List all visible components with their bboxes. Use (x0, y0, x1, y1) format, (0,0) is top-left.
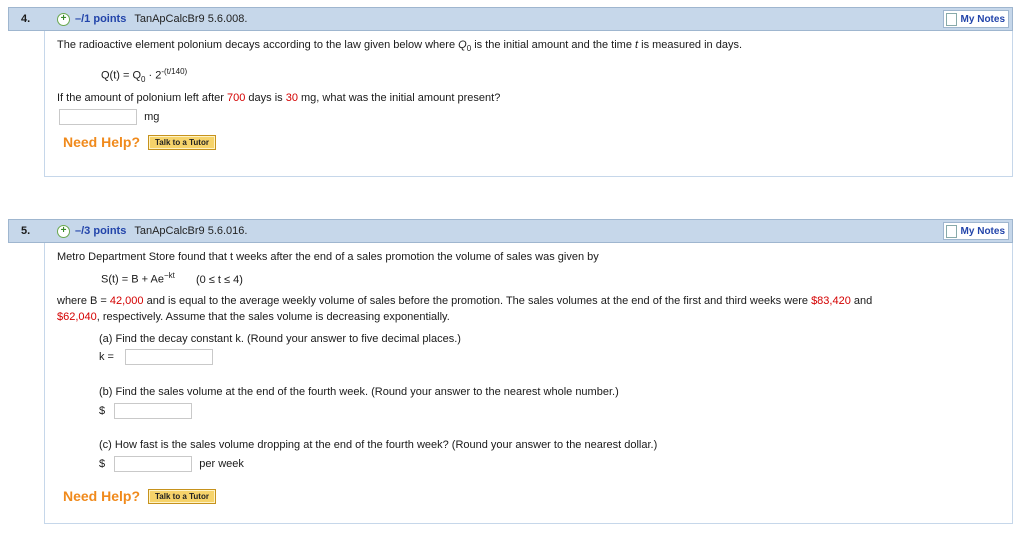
points-label: –/1 points (75, 13, 127, 25)
text: and is equal to the average weekly volum… (143, 295, 812, 307)
where-line-1: where B = 42,000 and is equal to the ave… (57, 295, 872, 307)
dollar-sign: $ (99, 457, 106, 470)
highlight-value: $62,040 (57, 311, 97, 323)
k-input[interactable] (125, 349, 214, 365)
question-number: 4. (21, 13, 31, 25)
highlight-value: $83,420 (811, 295, 851, 307)
notes-icon (945, 12, 957, 26)
problem-intro: Metro Department Store found that t week… (57, 251, 599, 263)
unit-label: mg (144, 110, 160, 123)
text: , respectively. Assume that the sales vo… (96, 311, 450, 323)
text: where B = (57, 295, 110, 307)
part-c-answer: $ per week (99, 456, 244, 472)
text: Q(t) = Q (101, 69, 142, 82)
part-a-text: (a) Find the decay constant k. (Round yo… (99, 333, 461, 345)
text: days is (245, 92, 286, 104)
text: (0 ≤ t ≤ 4) (195, 273, 243, 286)
question-4: 4. + –/1 points TanApCalcBr9 5.6.008. My… (8, 7, 1013, 177)
text: is measured in days. (638, 39, 743, 51)
text: −kt (163, 271, 175, 280)
answer-input[interactable] (59, 109, 137, 125)
my-notes-button[interactable]: My Notes (942, 222, 1009, 240)
talk-to-tutor-button[interactable]: Talk to a Tutor (148, 134, 216, 150)
text: -(t/140) (161, 67, 188, 76)
unit-label: per week (199, 457, 244, 470)
text: If the amount of polonium left after (57, 92, 227, 104)
text: and (850, 295, 873, 307)
need-help: Need Help? Talk to a Tutor (63, 488, 216, 504)
notes-icon (945, 224, 957, 238)
highlight-value: 700 (226, 92, 246, 104)
text: Q (458, 39, 467, 51)
question-text: If the amount of polonium left after 700… (57, 92, 500, 104)
formula: S(t) = B + Ae−kt (0 ≤ t ≤ 4) (101, 271, 243, 286)
sales-volume-input[interactable] (114, 403, 193, 419)
question-number: 5. (21, 225, 31, 237)
text: · 2 (145, 69, 162, 82)
formula: Q(t) = Q0 · 2-(t/140) (101, 67, 187, 84)
talk-to-tutor-button[interactable]: Talk to a Tutor (148, 488, 216, 504)
where-line-2: $62,040, respectively. Assume that the s… (57, 311, 450, 323)
part-c-text: (c) How fast is the sales volume droppin… (99, 439, 658, 451)
question-header: 5. + –/3 points TanApCalcBr9 5.6.016. My… (8, 219, 1013, 243)
text: S(t) = B + Ae (101, 273, 164, 286)
question-header: 4. + –/1 points TanApCalcBr9 5.6.008. My… (8, 7, 1013, 31)
question-body: The radioactive element polonium decays … (44, 31, 1013, 177)
text: is the initial amount and the time (471, 39, 636, 51)
question-code: TanApCalcBr9 5.6.008. (134, 13, 248, 25)
rate-input[interactable] (114, 456, 193, 472)
dollar-sign: $ (99, 404, 106, 417)
my-notes-label: My Notes (960, 13, 1005, 25)
highlight-value: 30 (285, 92, 298, 104)
part-b-answer: $ (99, 403, 193, 419)
need-help: Need Help? Talk to a Tutor (63, 134, 216, 150)
part-b-text: (b) Find the sales volume at the end of … (99, 386, 619, 398)
text: The radioactive element polonium decays … (57, 39, 459, 51)
part-a-answer: k = (99, 349, 214, 365)
need-help-label: Need Help? (63, 134, 141, 150)
question-5: 5. + –/3 points TanApCalcBr9 5.6.016. My… (8, 219, 1013, 524)
question-code: TanApCalcBr9 5.6.016. (134, 225, 248, 237)
points-label: –/3 points (75, 225, 127, 237)
highlight-value: 42,000 (109, 295, 144, 307)
answer-row: mg (59, 109, 159, 125)
k-label: k = (99, 350, 114, 363)
problem-statement: The radioactive element polonium decays … (57, 39, 742, 53)
expand-plus-icon[interactable]: + (57, 12, 70, 26)
need-help-label: Need Help? (63, 488, 141, 504)
my-notes-button[interactable]: My Notes (942, 10, 1009, 28)
question-body: Metro Department Store found that t week… (44, 243, 1013, 524)
expand-plus-icon[interactable]: + (57, 224, 70, 238)
my-notes-label: My Notes (960, 225, 1005, 237)
text: mg, what was the initial amount present? (297, 92, 501, 104)
